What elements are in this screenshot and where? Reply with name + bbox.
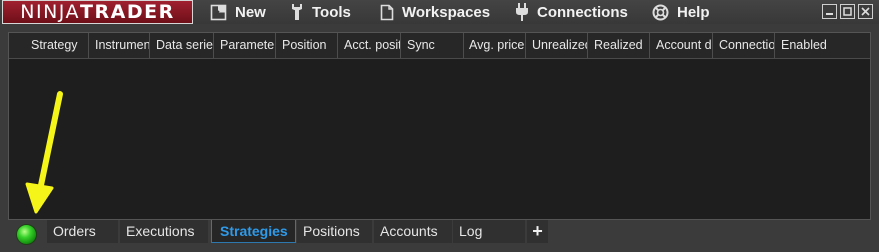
tab-accounts[interactable]: Accounts [374, 220, 452, 243]
close-button[interactable] [858, 4, 873, 19]
title-bar: NINJATRADER New Tools Workspaces Connec [0, 0, 879, 24]
menu-workspaces[interactable]: Workspaces [380, 2, 490, 22]
column-header-sync[interactable]: Sync [401, 33, 464, 58]
menu-workspaces-label: Workspaces [402, 3, 491, 21]
logo-text-ninja: NINJA [20, 1, 81, 23]
logo-text-trader: TRADER [80, 1, 175, 23]
minimize-button[interactable] [822, 4, 837, 19]
column-header-strategy[interactable]: Strategy [9, 33, 89, 58]
close-icon [861, 7, 870, 16]
grid-body[interactable] [9, 59, 870, 219]
add-tab-button[interactable]: + [527, 220, 548, 243]
column-header-unrealized[interactable]: Unrealized [526, 33, 588, 58]
column-header-realized[interactable]: Realized [588, 33, 650, 58]
plug-icon [516, 3, 528, 21]
tab-strategies[interactable]: Strategies [211, 220, 296, 243]
menu-tools[interactable]: Tools [290, 2, 351, 22]
lifebuoy-icon [652, 4, 669, 20]
maximize-icon [843, 7, 852, 16]
document-icon [380, 4, 394, 20]
wrench-icon [292, 4, 302, 20]
column-header-enabled[interactable]: Enabled [775, 33, 871, 58]
menu-new[interactable]: New [210, 2, 266, 22]
tab-orders[interactable]: Orders [47, 220, 118, 243]
menu-help[interactable]: Help [652, 2, 710, 22]
menu-new-label: New [235, 3, 266, 21]
new-window-icon [210, 4, 227, 20]
strategies-grid[interactable]: Strategy Instrument Data series Paramete… [8, 32, 871, 220]
minimize-icon [826, 13, 833, 15]
connection-status-indicator [17, 225, 36, 244]
menu-connections-label: Connections [537, 3, 628, 21]
column-header-position[interactable]: Position [276, 33, 338, 58]
column-header-avg-price[interactable]: Avg. price [464, 33, 526, 58]
tab-positions[interactable]: Positions [297, 220, 372, 243]
menu-connections[interactable]: Connections [515, 2, 628, 22]
ninjatrader-logo: NINJA TRADER [2, 0, 193, 24]
tab-executions[interactable]: Executions [120, 220, 208, 243]
column-header-connection[interactable]: Connection [713, 33, 775, 58]
tab-log[interactable]: Log [453, 220, 525, 243]
menu-tools-label: Tools [312, 3, 351, 21]
menu-help-label: Help [677, 3, 710, 21]
column-header-account-display-name[interactable]: Account display name [650, 33, 713, 58]
column-header-data-series[interactable]: Data series [150, 33, 214, 58]
maximize-button[interactable] [840, 4, 855, 19]
column-header-instrument[interactable]: Instrument [89, 33, 150, 58]
column-header-parameters[interactable]: Parameters [214, 33, 276, 58]
column-header-acct-position[interactable]: Acct. position [338, 33, 401, 58]
grid-header: Strategy Instrument Data series Paramete… [9, 33, 870, 59]
